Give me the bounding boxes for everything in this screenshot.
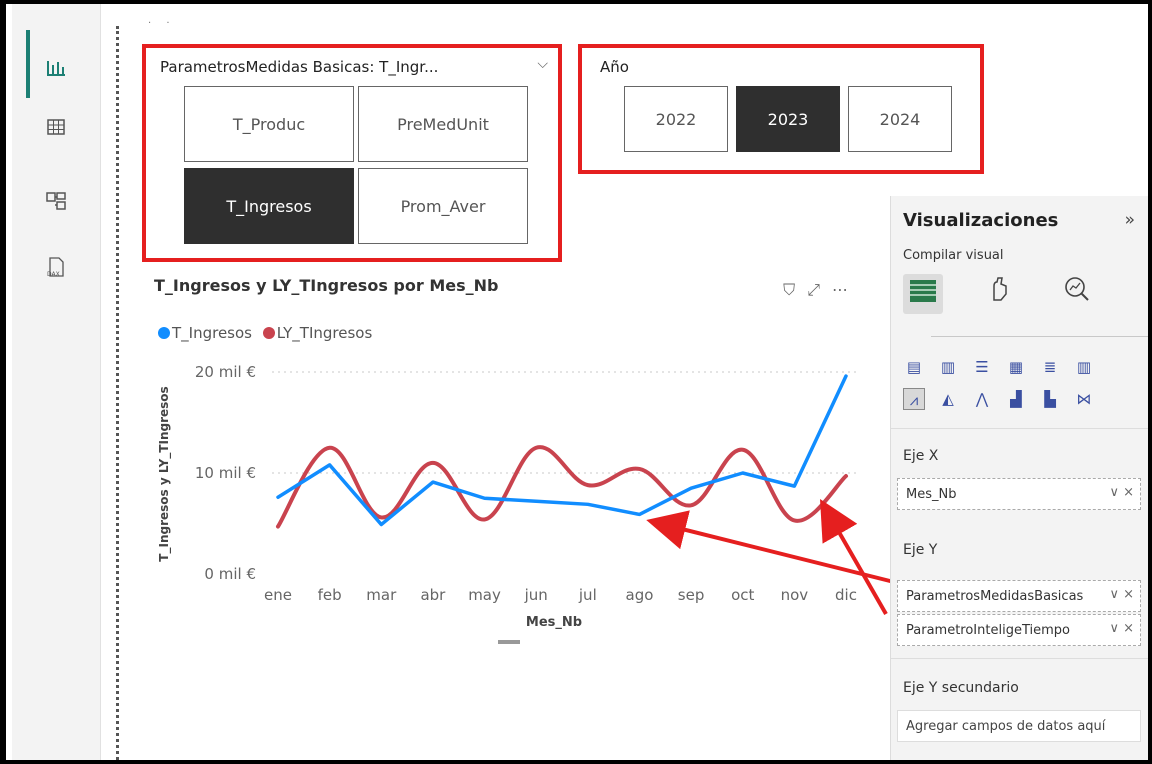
stacked-area-chart-icon[interactable]: ⋀	[971, 388, 993, 410]
arrow-to-t-ingresos	[646, 510, 895, 584]
line-chart-icon[interactable]: ⩘	[903, 388, 925, 410]
stacked-bar-chart-icon[interactable]: ▤	[903, 356, 925, 378]
visualizations-pane: Visualizaciones » Compilar visual ▤ ▥ ☰ …	[890, 196, 1148, 760]
area-chart-icon[interactable]: ◭	[937, 388, 959, 410]
field-parametro-intelige-tiempo[interactable]: ParametroInteligeTiempo ∨ ×	[897, 614, 1141, 646]
field-parametros-medidas-basicas[interactable]: ParametrosMedidasBasicas ∨ ×	[897, 580, 1141, 612]
arrow-to-ly-tingresos	[820, 499, 888, 615]
field-actions[interactable]: ∨ ×	[1109, 621, 1134, 636]
well-label-y: Eje Y	[903, 542, 938, 558]
analytics-icon[interactable]	[1057, 274, 1097, 314]
field-label: ParametroInteligeTiempo	[906, 623, 1070, 638]
field-mes-nb[interactable]: Mes_Nb ∨ ×	[897, 478, 1141, 510]
pane-subtitle: Compilar visual	[903, 248, 1004, 263]
app-canvas: DAX · · ParametrosMedidas Basicas: T_Ing…	[6, 4, 1148, 760]
well-label-y-secondary: Eje Y secundario	[903, 680, 1019, 696]
well-label-x: Eje X	[903, 448, 939, 464]
ribbon-chart-icon[interactable]: ⋈	[1073, 388, 1095, 410]
field-actions[interactable]: ∨ ×	[1109, 485, 1134, 500]
pane-title: Visualizaciones	[903, 210, 1059, 231]
field-label: ParametrosMedidasBasicas	[906, 589, 1084, 604]
field-label: Mes_Nb	[906, 487, 957, 502]
100-stacked-bar-chart-icon[interactable]: ≣	[1039, 356, 1061, 378]
format-visual-icon[interactable]	[979, 274, 1019, 314]
line-and-stacked-column-chart-icon[interactable]: ▟	[1005, 388, 1027, 410]
line-and-clustered-column-chart-icon[interactable]: ▙	[1039, 388, 1061, 410]
100-stacked-column-chart-icon[interactable]: ▥	[1073, 356, 1095, 378]
tab-divider	[931, 336, 1148, 337]
well-divider	[891, 658, 1148, 659]
secondary-axis-drop-zone[interactable]: Agregar campos de datos aquí	[897, 710, 1141, 742]
clustered-column-chart-icon[interactable]: ▦	[1005, 356, 1027, 378]
collapse-pane-icon[interactable]: »	[1125, 210, 1135, 230]
stacked-column-chart-icon[interactable]: ▥	[937, 356, 959, 378]
field-actions[interactable]: ∨ ×	[1109, 587, 1134, 602]
drop-zone-placeholder: Agregar campos de datos aquí	[906, 719, 1106, 734]
clustered-bar-chart-icon[interactable]: ☰	[971, 356, 993, 378]
build-visual-icon[interactable]	[903, 274, 943, 314]
well-divider	[891, 428, 1148, 429]
